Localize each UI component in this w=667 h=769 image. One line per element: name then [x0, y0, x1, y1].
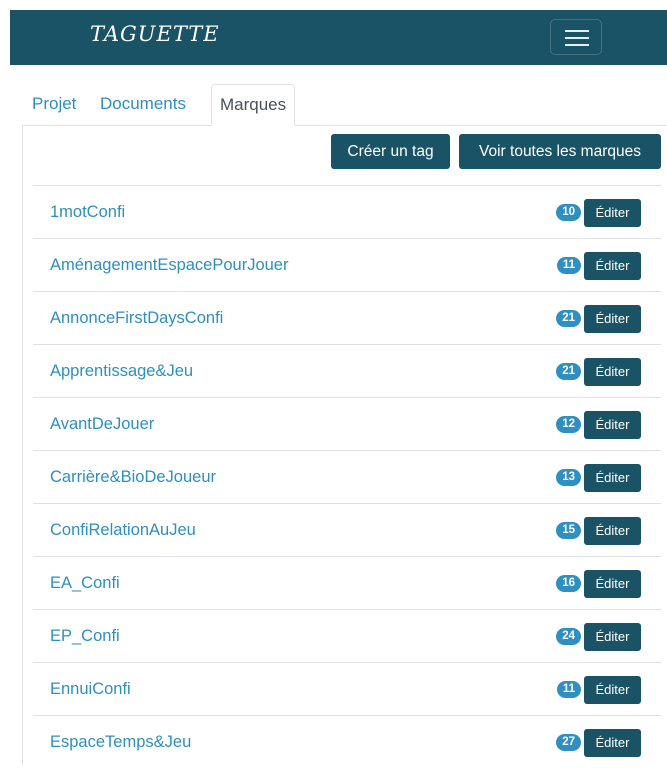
edit-tag-button[interactable]: Éditer	[584, 358, 641, 386]
tag-row: Carrière&BioDeJoueur 13 Éditer	[33, 450, 661, 503]
tag-name-link[interactable]: AvantDeJouer	[50, 398, 154, 451]
tag-name-link[interactable]: EnnuiConfi	[50, 663, 131, 716]
tab-marques[interactable]: Marques	[211, 84, 296, 126]
brand-logo[interactable]: TAGUETTE	[90, 22, 220, 46]
tag-name-link[interactable]: 1motConfi	[50, 186, 125, 239]
edit-tag-button[interactable]: Éditer	[584, 517, 641, 545]
tab-bar: Projet Documents Marques	[22, 84, 667, 126]
create-tag-button[interactable]: Créer un tag	[331, 134, 450, 169]
hamburger-menu-icon-bar	[565, 44, 589, 46]
tag-row: EnnuiConfi 11 Éditer	[33, 662, 661, 715]
edit-tag-button[interactable]: Éditer	[584, 464, 641, 492]
navbar: TAGUETTE	[10, 10, 667, 65]
tag-name-link[interactable]: EA_Confi	[50, 557, 120, 610]
tag-row: ConfiRelationAuJeu 15 Éditer	[33, 503, 661, 556]
edit-tag-button[interactable]: Éditer	[584, 676, 641, 704]
tag-name-link[interactable]: ConfiRelationAuJeu	[50, 504, 196, 557]
edit-tag-button[interactable]: Éditer	[584, 729, 641, 757]
tag-row: AnnonceFirstDaysConfi 21 Éditer	[33, 291, 661, 344]
tag-name-link[interactable]: AnnonceFirstDaysConfi	[50, 292, 223, 345]
tag-name-link[interactable]: EspaceTemps&Jeu	[50, 716, 191, 769]
tag-name-link[interactable]: Apprentissage&Jeu	[50, 345, 193, 398]
tab-documents[interactable]: Documents	[100, 84, 186, 126]
tag-list: 1motConfi 10 Éditer AménagementEspacePourJo…	[33, 185, 661, 768]
tag-row: EA_Confi 16 Éditer	[33, 556, 661, 609]
tag-count-badge: 10	[556, 204, 581, 221]
navbar-toggler-button[interactable]	[550, 19, 602, 55]
tag-row: EspaceTemps&Jeu 27 Éditer	[33, 715, 661, 768]
tag-row: AvantDeJouer 12 Éditer	[33, 397, 661, 450]
tag-count-badge: 11	[556, 681, 581, 698]
view-all-marks-button[interactable]: Voir toutes les marques	[459, 134, 661, 169]
tag-count-badge: 15	[556, 522, 581, 539]
tag-count-badge: 13	[556, 469, 581, 486]
tag-count-badge: 27	[556, 734, 581, 751]
tag-count-badge: 24	[556, 628, 581, 645]
hamburger-menu-icon	[565, 30, 589, 32]
edit-tag-button[interactable]: Éditer	[584, 252, 641, 280]
edit-tag-button[interactable]: Éditer	[584, 570, 641, 598]
tab-projet[interactable]: Projet	[32, 84, 76, 126]
hamburger-menu-icon-bar	[565, 37, 589, 39]
tag-name-link[interactable]: EP_Confi	[50, 610, 120, 663]
tag-count-badge: 21	[556, 363, 581, 380]
edit-tag-button[interactable]: Éditer	[584, 199, 641, 227]
tag-row: EP_Confi 24 Éditer	[33, 609, 661, 662]
tag-count-badge: 12	[556, 416, 581, 433]
edit-tag-button[interactable]: Éditer	[584, 305, 641, 333]
tag-count-badge: 11	[556, 257, 581, 274]
tag-row: AménagementEspacePourJouer 11 Éditer	[33, 238, 661, 291]
tag-name-link[interactable]: AménagementEspacePourJouer	[50, 239, 288, 292]
tag-count-badge: 21	[556, 310, 581, 327]
tag-row: 1motConfi 10 Éditer	[33, 185, 661, 238]
edit-tag-button[interactable]: Éditer	[584, 623, 641, 651]
tag-row: Apprentissage&Jeu 21 Éditer	[33, 344, 661, 397]
edit-tag-button[interactable]: Éditer	[584, 411, 641, 439]
tag-name-link[interactable]: Carrière&BioDeJoueur	[50, 451, 216, 504]
tag-count-badge: 16	[556, 575, 581, 592]
